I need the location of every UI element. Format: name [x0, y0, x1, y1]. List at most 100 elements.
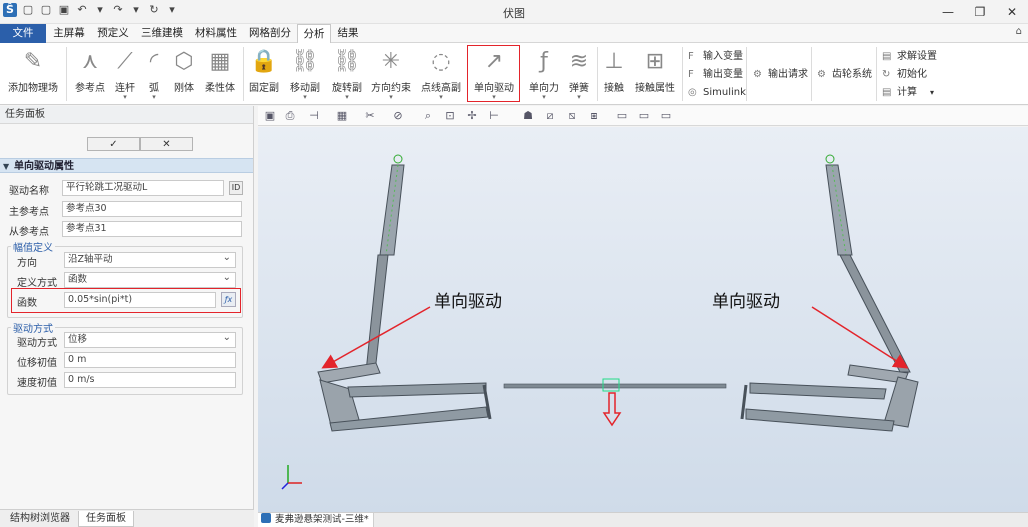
initial-displacement-input[interactable]: 0 m: [64, 352, 236, 368]
view-box2-icon[interactable]: ▭: [636, 108, 652, 124]
contact-button[interactable]: ⊥ 接触: [600, 43, 628, 103]
id-button[interactable]: ID: [229, 181, 243, 195]
compute-button[interactable]: ▤ 计算: [882, 84, 917, 101]
gear-system-button[interactable]: ⚙ 齿轮系统: [817, 66, 872, 83]
drive-name-row: 驱动名称 平行轮跳工况驱动L ID: [0, 180, 254, 197]
add-physics-button[interactable]: ✎ 添加物理场: [4, 43, 62, 103]
direction-constraint-button[interactable]: ✳ 方向约束 ▾: [369, 43, 413, 103]
ok-button[interactable]: ✓: [87, 137, 140, 151]
tab-task-panel[interactable]: 任务面板: [78, 511, 134, 527]
initial-displacement-row: 位移初值 0 m: [0, 352, 254, 369]
main-ref-input[interactable]: 参考点30: [62, 201, 242, 217]
menu-material[interactable]: 材料属性: [190, 24, 242, 43]
hide-icon[interactable]: ⊘: [390, 108, 406, 124]
contact-property-button[interactable]: ⊞ 接触属性: [632, 43, 678, 103]
fit-view-icon[interactable]: ⊡: [442, 108, 458, 124]
rotate-view-icon[interactable]: ✢: [464, 108, 480, 124]
prismatic-joint-button[interactable]: ⛓ 移动副 ▾: [286, 43, 324, 103]
flexible-body-button[interactable]: ▦ 柔性体: [201, 43, 239, 103]
select-face-icon[interactable]: ⧄: [542, 108, 558, 124]
window-title: 伏图: [503, 7, 525, 20]
define-mode-row: 定义方式 函数: [0, 272, 254, 289]
function-input[interactable]: 0.05*sin(pi*t): [64, 292, 216, 308]
right-strut: [825, 154, 911, 373]
select-edge-icon[interactable]: ⧅: [564, 108, 580, 124]
render-mode-icon[interactable]: ▦: [334, 108, 350, 124]
window-controls: — ❐ ✕: [932, 0, 1028, 24]
contact-icon: ⊥: [604, 49, 624, 74]
solver-settings-icon: ▤: [882, 51, 892, 62]
simulink-button[interactable]: ◎ Simulink: [688, 84, 746, 101]
output-request-button[interactable]: ⚙ 输出请求: [753, 66, 808, 83]
drive-properties-section[interactable]: ▼ 单向驱动属性: [0, 158, 253, 173]
3d-viewport[interactable]: 单向驱动 单向驱动: [258, 127, 1028, 512]
tab-model-view[interactable]: 麦弗逊悬架测试-三维*: [258, 513, 374, 527]
ribbon-collapse-icon[interactable]: ⌂: [1016, 26, 1022, 37]
contact-property-icon: ⊞: [645, 49, 665, 74]
main-ref-row: 主参考点 参考点30: [0, 201, 254, 218]
spring-button[interactable]: ≋ 弹簧 ▾: [564, 43, 594, 103]
coordinate-icon[interactable]: ⊢: [486, 108, 502, 124]
sub-ref-input[interactable]: 参考点31: [62, 221, 242, 237]
compute-dropdown-icon[interactable]: ▾: [930, 84, 934, 101]
single-drive-icon: ↗: [484, 49, 504, 74]
menu-results[interactable]: 结果: [333, 24, 363, 43]
ribbon-separator: [876, 47, 877, 101]
initial-velocity-row: 速度初值 0 m/s: [0, 372, 254, 389]
link-button[interactable]: ⟋ 连杆 ▾: [111, 43, 139, 103]
single-force-button[interactable]: ƒ 单向力 ▾: [526, 43, 562, 103]
screenshot-icon[interactable]: ▣: [262, 108, 278, 124]
select-vertex-icon[interactable]: ⧆: [586, 108, 602, 124]
minimize-button[interactable]: —: [932, 0, 964, 24]
menu-3d-modeling[interactable]: 三维建模: [136, 24, 188, 43]
fixed-joint-button[interactable]: 🔒 固定副: [246, 43, 282, 103]
task-panel-header: 任务面板: [0, 106, 253, 124]
cancel-button[interactable]: ✕: [140, 137, 193, 151]
drive-mode-select[interactable]: 位移: [64, 332, 236, 348]
tab-structure-tree[interactable]: 结构树浏览器: [4, 511, 76, 527]
view-box3-icon[interactable]: ▭: [658, 108, 674, 124]
reference-point-button[interactable]: ⋏ 参考点: [72, 43, 108, 103]
point-curve-icon: ◌: [431, 49, 451, 74]
menu-mesh[interactable]: 网格剖分: [244, 24, 296, 43]
task-panel: 任务面板 ✓ ✕ ▼ 单向驱动属性 驱动名称 平行轮跳工况驱动L ID 主参考点…: [0, 106, 254, 527]
ribbon-separator: [811, 47, 812, 101]
ribbon-separator: [66, 47, 67, 101]
document-tabs: 麦弗逊悬架测试-三维*: [258, 512, 1028, 527]
drive-name-input[interactable]: 平行轮跳工况驱动L: [62, 180, 224, 196]
arc-button[interactable]: ◜ 弧 ▾: [140, 43, 168, 103]
ribbon-separator: [746, 47, 747, 101]
axis-view-icon[interactable]: ⊣: [306, 108, 322, 124]
menu-home[interactable]: 主屏幕: [48, 24, 90, 43]
direction-select[interactable]: 沿Z轴平动: [64, 252, 236, 268]
initialize-button[interactable]: ↻ 初始化: [882, 66, 927, 83]
menu-predefine[interactable]: 预定义: [92, 24, 134, 43]
zoom-window-icon[interactable]: ⌕: [420, 108, 436, 124]
menu-analysis[interactable]: 分析: [297, 24, 331, 44]
section-cut-icon[interactable]: ✂: [362, 108, 378, 124]
output-variable-button[interactable]: F 输出变量: [688, 66, 743, 83]
function-editor-icon[interactable]: ƒx: [221, 292, 236, 307]
define-mode-select[interactable]: 函数: [64, 272, 236, 288]
direction-constraint-icon: ✳: [381, 49, 401, 74]
revolute-joint-button[interactable]: ⛓ 旋转副 ▾: [328, 43, 366, 103]
input-variable-button[interactable]: F 输入变量: [688, 48, 743, 65]
single-drive-button[interactable]: ↗ 单向驱动 ▾: [470, 43, 518, 103]
point-curve-pair-button[interactable]: ◌ 点线高副 ▾: [418, 43, 464, 103]
print-icon[interactable]: ⎙: [282, 108, 298, 124]
output-request-icon: ⚙: [753, 69, 762, 80]
select-part-icon[interactable]: ☗: [520, 108, 536, 124]
collapse-triangle-icon[interactable]: ▼: [3, 159, 9, 174]
rigid-body-button[interactable]: ⬡ 刚体: [170, 43, 198, 103]
model-file-icon: [261, 513, 271, 523]
sub-ref-row: 从参考点 参考点31: [0, 221, 254, 238]
close-button[interactable]: ✕: [996, 0, 1028, 24]
menu-file[interactable]: 文件: [0, 24, 46, 43]
initial-velocity-input[interactable]: 0 m/s: [64, 372, 236, 388]
rigid-body-icon: ⬡: [174, 49, 194, 74]
restore-button[interactable]: ❐: [964, 0, 996, 24]
solver-settings-button[interactable]: ▤ 求解设置: [882, 48, 937, 65]
ribbon: ✎ 添加物理场 ⋏ 参考点 ⟋ 连杆 ▾ ◜ 弧 ▾ ⬡ 刚体 ▦ 柔性体 🔒 固定副 ⛓ 移动副 ▾…: [0, 43, 1028, 105]
suspension-model: [281, 154, 919, 490]
view-box-icon[interactable]: ▭: [614, 108, 630, 124]
